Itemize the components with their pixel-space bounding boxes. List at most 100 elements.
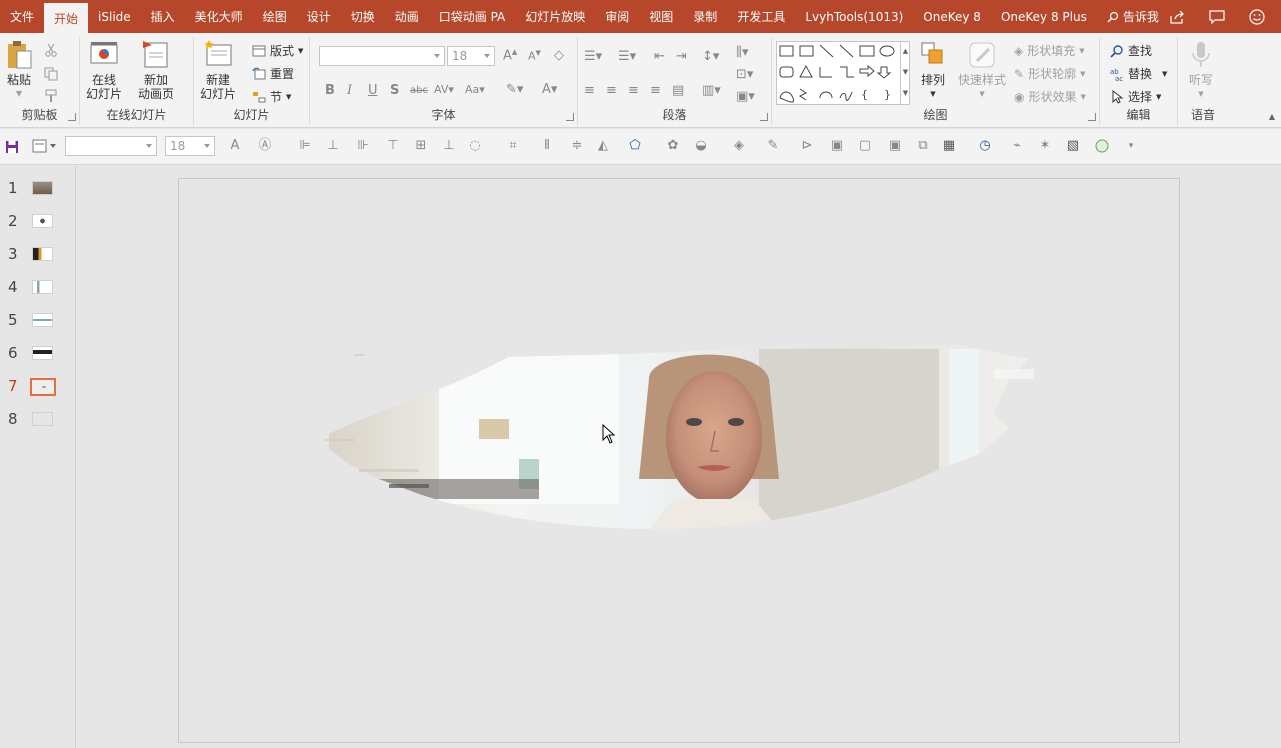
shapes-gallery[interactable]: {} [776, 41, 910, 105]
shadow-icon[interactable]: S [390, 83, 399, 98]
bullets-icon[interactable]: ☰▾ [584, 49, 602, 64]
new-anim-page-button[interactable]: 新加 动画页 [138, 39, 174, 101]
tab-lvyhtools[interactable]: LvyhTools(1013) [795, 0, 913, 33]
save-icon[interactable] [5, 140, 19, 154]
font-launcher[interactable] [566, 113, 574, 121]
screenshot-icon[interactable]: ▧ [1066, 139, 1080, 153]
quick-styles-button[interactable]: 快速样式 ▼ [958, 39, 1006, 101]
shape-merge-icon[interactable]: ◌ [468, 139, 482, 153]
select-button[interactable]: 选择 ▼ [1110, 88, 1161, 105]
font-a-icon[interactable]: A [228, 139, 242, 153]
group-icon[interactable]: ▣ [888, 139, 902, 153]
new-slide-button[interactable]: 新建 幻灯片 [200, 39, 236, 101]
tab-design[interactable]: 设计 [297, 0, 341, 33]
slide-thumb-4[interactable]: 4 [0, 277, 76, 299]
selection-pane-icon[interactable]: ⊳ [800, 139, 814, 153]
star-effect-icon[interactable]: ✶ [1038, 139, 1052, 153]
char-spacing-icon[interactable]: AV▾ [434, 83, 454, 96]
layout-picker-icon[interactable] [32, 139, 58, 153]
justify-icon[interactable]: ≡ [650, 83, 661, 98]
distributed-icon[interactable]: ▤ [672, 83, 684, 98]
ungroup-icon[interactable]: ⧉ [916, 139, 930, 153]
shape-fill-button[interactable]: ◈ 形状填充 ▼ [1014, 42, 1085, 59]
highlight-icon[interactable]: ✎▾ [506, 82, 523, 97]
tab-animations[interactable]: 动画 [385, 0, 429, 33]
crop-icon[interactable]: ⌗ [506, 139, 520, 153]
slide-thumb-8[interactable]: 8 [0, 409, 76, 431]
tab-developer[interactable]: 开发工具 [727, 0, 795, 33]
tab-pocket-animation[interactable]: 口袋动画 PA [429, 0, 516, 33]
shape-outline-button[interactable]: ✎ 形状轮廓 ▼ [1014, 65, 1085, 82]
align-text-icon[interactable]: ⊡▾ [736, 67, 753, 82]
align-right-icon[interactable]: ≡ [628, 83, 639, 98]
shrink-font-icon[interactable]: A▼ [528, 49, 541, 63]
italic-icon[interactable]: I [347, 83, 352, 98]
reset-button[interactable]: 重置 [252, 65, 294, 82]
text-direction-icon[interactable]: ⫼▾ [736, 45, 749, 60]
slide-thumb-2[interactable]: 2 [0, 211, 76, 233]
align-middle-objects-icon[interactable]: ⊞ [414, 139, 428, 153]
numbering-icon[interactable]: ☰▾ [618, 49, 636, 64]
align-left-objects-icon[interactable]: ⊫ [298, 139, 312, 153]
arrange-button[interactable]: 排列 ▼ [918, 39, 948, 101]
dictate-button[interactable]: 听写 ▼ [1186, 39, 1216, 101]
slide-thumb-3[interactable]: 3 [0, 244, 76, 266]
pen-draw-icon[interactable]: ✎ [766, 139, 780, 153]
paragraph-launcher[interactable] [760, 113, 768, 121]
rotate-icon[interactable]: ◭ [596, 139, 610, 153]
bold-icon[interactable]: B [325, 83, 335, 98]
line-spacing-icon[interactable]: ↕▾ [702, 49, 719, 64]
eraser-icon[interactable]: ◒ [694, 139, 708, 153]
recolor-icon[interactable]: ✿ [666, 139, 680, 153]
qat-font-size-combo[interactable]: 18 [165, 136, 215, 156]
format-painter-icon[interactable] [44, 89, 58, 103]
tab-file[interactable]: 文件 [0, 0, 44, 33]
smartart-icon[interactable]: ▣▾ [736, 89, 755, 104]
online-slides-button[interactable]: 在线 幻灯片 [86, 39, 122, 101]
font-color-icon[interactable]: A▾ [542, 82, 557, 97]
comment-icon[interactable] [1209, 9, 1225, 24]
slide-thumb-1[interactable]: 1 [0, 178, 76, 200]
align-bottom-objects-icon[interactable]: ⊥ [442, 139, 456, 153]
edit-shape-icon[interactable]: ⬠ [628, 139, 642, 153]
slide-thumb-6[interactable]: 6 [0, 343, 76, 365]
tab-slideshow[interactable]: 幻灯片放映 [515, 0, 595, 33]
font-outline-icon[interactable]: Ⓐ [258, 139, 272, 153]
smiley-icon[interactable] [1249, 8, 1265, 25]
change-case-icon[interactable]: Aa▾ [465, 83, 485, 96]
tab-review[interactable]: 审阅 [595, 0, 639, 33]
cut-icon[interactable] [44, 43, 58, 57]
align-top-objects-icon[interactable]: ⊤ [386, 139, 400, 153]
send-backward-icon[interactable]: ▢ [858, 139, 872, 153]
align-center-icon[interactable]: ≡ [606, 83, 617, 98]
font-name-combo[interactable] [319, 46, 445, 66]
clipboard-launcher[interactable] [68, 113, 76, 121]
underline-icon[interactable]: U [368, 83, 378, 98]
tab-onekey8[interactable]: OneKey 8 [913, 0, 991, 33]
qat-font-name-combo[interactable] [65, 136, 157, 156]
paste-button[interactable]: 粘贴 ▼ [4, 39, 34, 101]
font-size-combo[interactable]: 18 [447, 46, 495, 66]
grow-font-icon[interactable]: A▲ [503, 48, 517, 63]
layout-button[interactable]: 版式 ▼ [252, 42, 303, 59]
align-left-icon[interactable]: ≡ [584, 83, 595, 98]
drawing-launcher[interactable] [1088, 113, 1096, 121]
share-icon[interactable] [1169, 10, 1185, 24]
section-button[interactable]: 节 ▼ [252, 88, 291, 105]
fill-bucket-icon[interactable]: ◈ [732, 139, 746, 153]
tab-home[interactable]: 开始 [44, 3, 89, 33]
circle-shape-icon[interactable] [1095, 139, 1109, 153]
increase-indent-icon[interactable]: ⇥ [676, 49, 687, 64]
align-right-objects-icon[interactable]: ⊪ [356, 139, 370, 153]
customize-toolbar-icon[interactable]: ▾ [1124, 139, 1138, 153]
slide-thumb-5[interactable]: 5 [0, 310, 76, 332]
table-icon[interactable]: ▦ [942, 139, 956, 153]
tab-draw[interactable]: 绘图 [253, 0, 297, 33]
distribute-vertical-icon[interactable]: ≑ [570, 139, 584, 153]
slide-thumb-7[interactable]: 7 [0, 376, 76, 398]
replace-button[interactable]: ab ac 替换 ▼ [1110, 65, 1167, 82]
brush-stroke-photo[interactable] [179, 179, 1181, 744]
columns-icon[interactable]: ▥▾ [702, 83, 721, 98]
animation-pane-icon[interactable]: ◷ [978, 139, 992, 153]
shape-effects-button[interactable]: ◉ 形状效果 ▼ [1014, 88, 1086, 105]
